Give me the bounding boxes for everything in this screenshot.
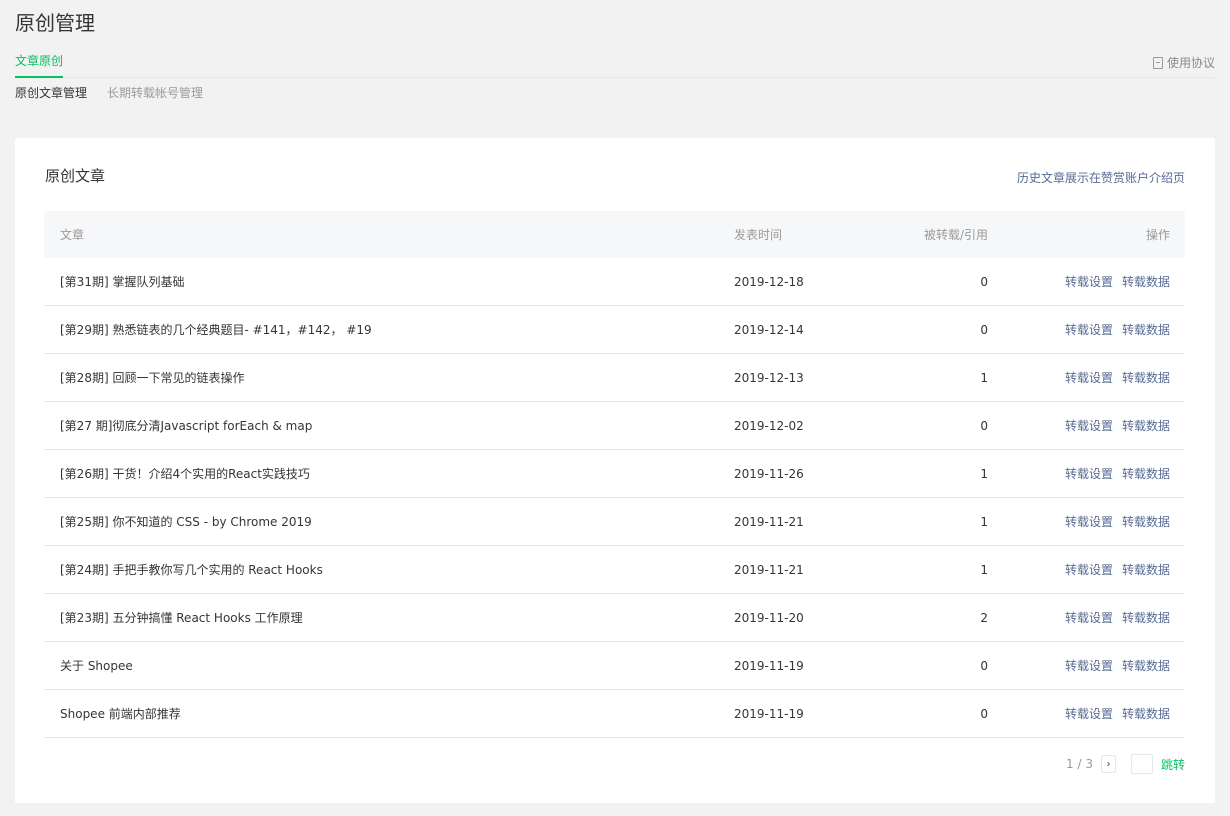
page-jump-input[interactable] — [1130, 754, 1153, 774]
reprint-settings-link[interactable]: 转载设置 — [1065, 321, 1113, 338]
reprint-data-link[interactable]: 转载数据 — [1122, 273, 1170, 290]
table-row: [第24期] 手把手教你写几个实用的 React Hooks 2019-11-21… — [44, 546, 1185, 594]
next-page-button[interactable]: › — [1100, 755, 1116, 773]
reprint-settings-link[interactable]: 转载设置 — [1065, 273, 1113, 290]
jump-button[interactable]: 跳转 — [1161, 756, 1185, 773]
reprint-settings-link[interactable]: 转载设置 — [1065, 657, 1113, 674]
row-actions: 转载设置 转载数据 — [1065, 642, 1170, 689]
card-title: 原创文章 — [45, 167, 106, 185]
reprint-data-link[interactable]: 转载数据 — [1122, 561, 1170, 578]
header-actions: 操作 — [1145, 228, 1170, 242]
header-publish-time: 发表时间 — [734, 228, 783, 242]
table-row: [第27 期]彻底分清Javascript forEach & map 2019-… — [44, 402, 1185, 450]
row-actions: 转载设置 转载数据 — [1065, 354, 1170, 401]
articles-table: 文章 发表时间 被转载/引用 操作 [第31期] 掌握队列基础 2019-12-1… — [44, 211, 1185, 738]
table-header: 文章 发表时间 被转载/引用 操作 — [44, 211, 1185, 258]
publish-date: 2019-11-26 — [734, 466, 804, 481]
reprint-settings-link[interactable]: 转载设置 — [1065, 369, 1113, 386]
table-body: [第31期] 掌握队列基础 2019-12-18 0 转载设置 转载数据 [第29期] 熟… — [44, 258, 1185, 738]
row-actions: 转载设置 转载数据 — [1065, 450, 1170, 497]
row-actions: 转载设置 转载数据 — [1065, 306, 1170, 353]
page-title: 原创管理 — [15, 11, 95, 35]
publish-date: 2019-11-19 — [734, 706, 804, 721]
subtab-long-term-reprint-accounts[interactable]: 长期转载帐号管理 — [107, 84, 203, 102]
article-title[interactable]: [第31期] 掌握队列基础 — [60, 258, 184, 305]
reprint-data-link[interactable]: 转载数据 — [1122, 465, 1170, 482]
original-articles-card: 原创文章 历史文章展示在赞赏账户介绍页 文章 发表时间 被转载/引用 操作 [第… — [15, 138, 1215, 803]
row-actions: 转载设置 转载数据 — [1065, 594, 1170, 641]
row-actions: 转载设置 转载数据 — [1065, 546, 1170, 593]
pagination: 1 / 3 › 跳转 — [1066, 753, 1185, 775]
page-count: 1 / 3 — [1066, 757, 1093, 771]
article-title[interactable]: [第24期] 手把手教你写几个实用的 React Hooks — [60, 546, 323, 593]
reprint-count: 1 — [980, 466, 988, 481]
row-actions: 转载设置 转载数据 — [1065, 498, 1170, 545]
reprint-data-link[interactable]: 转载数据 — [1122, 417, 1170, 434]
table-row: [第26期] 干货！介绍4个实用的React实践技巧 2019-11-26 1 转载设… — [44, 450, 1185, 498]
reprint-count: 0 — [980, 658, 988, 673]
reprint-count: 1 — [980, 562, 988, 577]
header-article: 文章 — [60, 228, 85, 242]
reprint-count: 0 — [980, 274, 988, 289]
subtabs: 原创文章管理 长期转载帐号管理 — [15, 84, 203, 102]
publish-date: 2019-11-21 — [734, 514, 804, 529]
table-row: [第28期] 回顾一下常见的链表操作 2019-12-13 1 转载设置 转载数据 — [44, 354, 1185, 402]
subtab-original-articles[interactable]: 原创文章管理 — [15, 84, 87, 102]
reprint-data-link[interactable]: 转载数据 — [1122, 609, 1170, 626]
article-title[interactable]: [第23期] 五分钟搞懂 React Hooks 工作原理 — [60, 594, 303, 641]
table-row: 关于 Shopee 2019-11-19 0 转载设置 转载数据 — [44, 642, 1185, 690]
reprint-count: 0 — [980, 706, 988, 721]
publish-date: 2019-12-13 — [734, 370, 804, 385]
reprint-count: 0 — [980, 322, 988, 337]
publish-date: 2019-12-18 — [734, 274, 804, 289]
row-actions: 转载设置 转载数据 — [1065, 258, 1170, 305]
table-row: Shopee 前端内部推荐 2019-11-19 0 转载设置 转载数据 — [44, 690, 1185, 738]
reprint-count: 1 — [980, 370, 988, 385]
article-title[interactable]: 关于 Shopee — [60, 642, 133, 689]
reprint-data-link[interactable]: 转载数据 — [1122, 513, 1170, 530]
article-title[interactable]: Shopee 前端内部推荐 — [60, 690, 181, 737]
tabs-bar: 文章原创 使用协议 — [15, 51, 1215, 78]
tab-article-original[interactable]: 文章原创 — [15, 51, 64, 78]
article-title[interactable]: [第29期] 熟悉链表的几个经典题目- #141，#142， #19 — [60, 306, 372, 353]
article-title[interactable]: [第26期] 干货！介绍4个实用的React实践技巧 — [60, 450, 310, 497]
header-reprint-count: 被转载/引用 — [923, 228, 988, 242]
reprint-count: 2 — [980, 610, 988, 625]
history-display-link[interactable]: 历史文章展示在赞赏账户介绍页 — [1017, 169, 1185, 187]
reprint-settings-link[interactable]: 转载设置 — [1065, 513, 1113, 530]
publish-date: 2019-12-02 — [734, 418, 804, 433]
article-title[interactable]: [第28期] 回顾一下常见的链表操作 — [60, 354, 244, 401]
reprint-settings-link[interactable]: 转载设置 — [1065, 609, 1113, 626]
reprint-data-link[interactable]: 转载数据 — [1122, 369, 1170, 386]
reprint-settings-link[interactable]: 转载设置 — [1065, 417, 1113, 434]
table-row: [第31期] 掌握队列基础 2019-12-18 0 转载设置 转载数据 — [44, 258, 1185, 306]
publish-date: 2019-11-19 — [734, 658, 804, 673]
table-row: [第25期] 你不知道的 CSS - by Chrome 2019 2019-11… — [44, 498, 1185, 546]
publish-date: 2019-11-20 — [734, 610, 804, 625]
reprint-count: 0 — [980, 418, 988, 433]
article-title[interactable]: [第27 期]彻底分清Javascript forEach & map — [60, 402, 312, 449]
usage-agreement-link[interactable]: 使用协议 — [1152, 54, 1215, 72]
publish-date: 2019-12-14 — [734, 322, 804, 337]
document-icon — [1152, 57, 1163, 69]
table-row: [第23期] 五分钟搞懂 React Hooks 工作原理 2019-11-20 2… — [44, 594, 1185, 642]
table-row: [第29期] 熟悉链表的几个经典题目- #141，#142， #19 2019-1… — [44, 306, 1185, 354]
reprint-count: 1 — [980, 514, 988, 529]
row-actions: 转载设置 转载数据 — [1065, 402, 1170, 449]
reprint-settings-link[interactable]: 转载设置 — [1065, 705, 1113, 722]
reprint-data-link[interactable]: 转载数据 — [1122, 657, 1170, 674]
usage-agreement-label: 使用协议 — [1166, 56, 1215, 70]
reprint-data-link[interactable]: 转载数据 — [1122, 321, 1170, 338]
reprint-settings-link[interactable]: 转载设置 — [1065, 465, 1113, 482]
row-actions: 转载设置 转载数据 — [1065, 690, 1170, 737]
publish-date: 2019-11-21 — [734, 562, 804, 577]
chevron-right-icon: › — [1106, 758, 1111, 770]
article-title[interactable]: [第25期] 你不知道的 CSS - by Chrome 2019 — [60, 498, 312, 545]
reprint-settings-link[interactable]: 转载设置 — [1065, 561, 1113, 578]
reprint-data-link[interactable]: 转载数据 — [1122, 705, 1170, 722]
